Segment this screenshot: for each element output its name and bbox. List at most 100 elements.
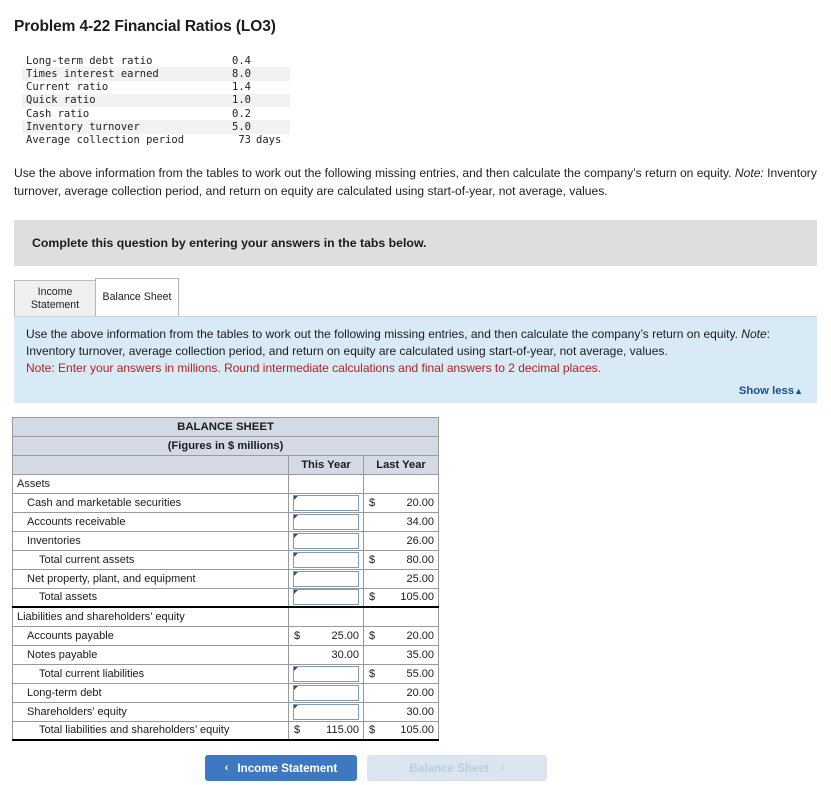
table-row: Accounts receivable 34.00	[12, 511, 440, 532]
column-header-blank	[12, 454, 289, 475]
balance-sheet-header-row: This Year Last Year	[12, 454, 440, 475]
balance-sheet-wrapper: BALANCE SHEET (Figures in $ millions) Th…	[11, 416, 440, 742]
last-year-amount: $80.00	[362, 549, 440, 570]
balance-sheet-title: BALANCE SHEET	[11, 416, 440, 437]
ratio-label: Inventory turnover	[26, 120, 140, 133]
table-row: Accounts payable $25.00 $20.00	[12, 625, 440, 646]
tab-balance-sheet-label: Balance Sheet	[102, 291, 172, 304]
this-year-input[interactable]	[293, 494, 359, 511]
balance-sheet-subtitle-row: (Figures in $ millions)	[11, 435, 440, 456]
intro-text-part1: Use the above information from the table…	[14, 166, 735, 181]
info-panel-note-word: Note	[741, 327, 767, 342]
row-label: Total current liabilities	[12, 663, 289, 684]
last-year-amount-value: 26.00	[406, 534, 435, 547]
ratio-unit	[251, 81, 290, 94]
table-row: Liabilities and shareholders’ equity	[12, 606, 440, 627]
this-year-input-cell[interactable]	[288, 663, 364, 684]
last-year-amount-value: 30.00	[406, 705, 435, 718]
this-year-input-cell[interactable]	[288, 682, 364, 703]
prev-button-label: Income Statement	[237, 761, 338, 775]
this-year-input[interactable]	[293, 551, 359, 568]
column-header-this-year: This Year	[288, 454, 364, 475]
this-year-input-cell[interactable]	[288, 492, 364, 513]
currency-symbol: $	[294, 724, 301, 737]
ratio-label: Average collection period	[26, 134, 185, 147]
this-year-input[interactable]	[293, 665, 359, 682]
this-year-input[interactable]	[293, 589, 359, 606]
balance-sheet-title-row: BALANCE SHEET	[11, 416, 440, 437]
this-year-input-cell[interactable]	[288, 701, 364, 722]
caret-up-icon: ▲	[794, 385, 803, 396]
last-year-amount: 26.00	[362, 530, 440, 551]
table-row: Total liabilities and shareholders’ equi…	[12, 720, 440, 742]
table-row: Shareholders’ equity 30.00	[12, 701, 440, 722]
instruction-banner-text: Complete this question by entering your …	[32, 236, 427, 251]
ratio-value: 5.0	[232, 120, 251, 133]
ratio-row: Times interest earned 8.0	[22, 67, 290, 81]
last-year-amount-value: 105.00	[400, 724, 435, 737]
ratio-value: 1.0	[232, 94, 251, 107]
ratio-value: 8.0	[232, 67, 251, 80]
tab-income-statement-label: Income Statement	[30, 286, 80, 311]
last-year-amount-value: 20.00	[406, 629, 435, 642]
this-year-input[interactable]	[293, 570, 359, 587]
this-year-input-cell[interactable]	[288, 568, 364, 589]
chevron-left-icon: ‹	[224, 762, 229, 775]
currency-symbol: $	[369, 724, 376, 737]
row-label: Accounts payable	[12, 625, 289, 646]
balance-sheet-table: BALANCE SHEET (Figures in $ millions) Th…	[11, 416, 440, 742]
financial-ratios-list: Long-term debt ratio 0.4 Times interest ea…	[22, 54, 290, 147]
last-year-amount-value: 35.00	[406, 648, 435, 661]
last-year-amount-value: 20.00	[406, 686, 435, 699]
last-year-amount-value: 20.00	[406, 496, 435, 509]
show-less-link[interactable]: Show less▲	[26, 385, 805, 397]
row-label: Total assets	[12, 587, 289, 609]
financial-ratios-body: Long-term debt ratio 0.4 Times interest ea…	[22, 54, 290, 147]
last-year-amount-value: 25.00	[406, 572, 435, 585]
tab-balance-sheet[interactable]: Balance Sheet	[95, 278, 179, 317]
ratio-label: Current ratio	[26, 81, 109, 94]
this-year-empty	[288, 606, 364, 627]
this-year-amount-value: 25.00	[331, 629, 359, 642]
this-year-input[interactable]	[293, 532, 359, 549]
last-year-amount: $105.00	[362, 587, 440, 609]
info-panel-part1: Use the above information from the table…	[26, 327, 742, 342]
row-label: Notes payable	[12, 644, 289, 665]
row-label: Total liabilities and shareholders’ equi…	[12, 720, 289, 742]
navigation-buttons: ‹ Income Statement Balance Sheet ›	[0, 755, 831, 782]
this-year-input[interactable]	[293, 513, 359, 530]
tab-strip: Income Statement Balance Sheet	[14, 278, 831, 317]
this-year-input[interactable]	[293, 703, 359, 720]
table-row: Cash and marketable securities $20.00	[12, 492, 440, 513]
row-label: Long-term debt	[12, 682, 289, 703]
balance-sheet-subtitle: (Figures in $ millions)	[11, 435, 440, 456]
table-row: Assets	[12, 473, 440, 494]
ratio-unit	[251, 94, 290, 107]
this-year-amount-value: 115.00	[326, 724, 359, 737]
intro-paragraph: Use the above information from the table…	[14, 165, 817, 200]
this-year-input-cell[interactable]	[288, 511, 364, 532]
tab-income-statement[interactable]: Income Statement	[14, 280, 96, 317]
last-year-amount-value: 105.00	[400, 591, 435, 604]
row-label: Accounts receivable	[12, 511, 289, 532]
ratio-value: 0.2	[232, 107, 251, 120]
last-year-amount: $20.00	[362, 492, 440, 513]
ratio-unit	[251, 107, 290, 120]
ratio-row: Inventory turnover 5.0	[22, 120, 290, 134]
next-button-label: Balance Sheet	[409, 761, 489, 775]
currency-symbol: $	[369, 629, 376, 642]
ratio-row: Current ratio 1.4	[22, 81, 290, 94]
ratio-row: Cash ratio 0.2	[22, 107, 290, 120]
this-year-input-cell[interactable]	[288, 587, 364, 609]
ratio-label: Times interest earned	[26, 67, 159, 80]
prev-income-statement-button[interactable]: ‹ Income Statement	[205, 755, 357, 782]
info-panel: Use the above information from the table…	[14, 316, 817, 403]
this-year-input[interactable]	[293, 684, 359, 701]
table-row: Total current liabilities $55.00	[12, 663, 440, 684]
currency-symbol: $	[369, 553, 376, 566]
this-year-input-cell[interactable]	[288, 530, 364, 551]
row-label: Liabilities and shareholders’ equity	[12, 606, 289, 627]
next-balance-sheet-button[interactable]: Balance Sheet ›	[367, 755, 547, 782]
this-year-input-cell[interactable]	[288, 549, 364, 570]
ratio-row: Long-term debt ratio 0.4	[22, 54, 290, 67]
